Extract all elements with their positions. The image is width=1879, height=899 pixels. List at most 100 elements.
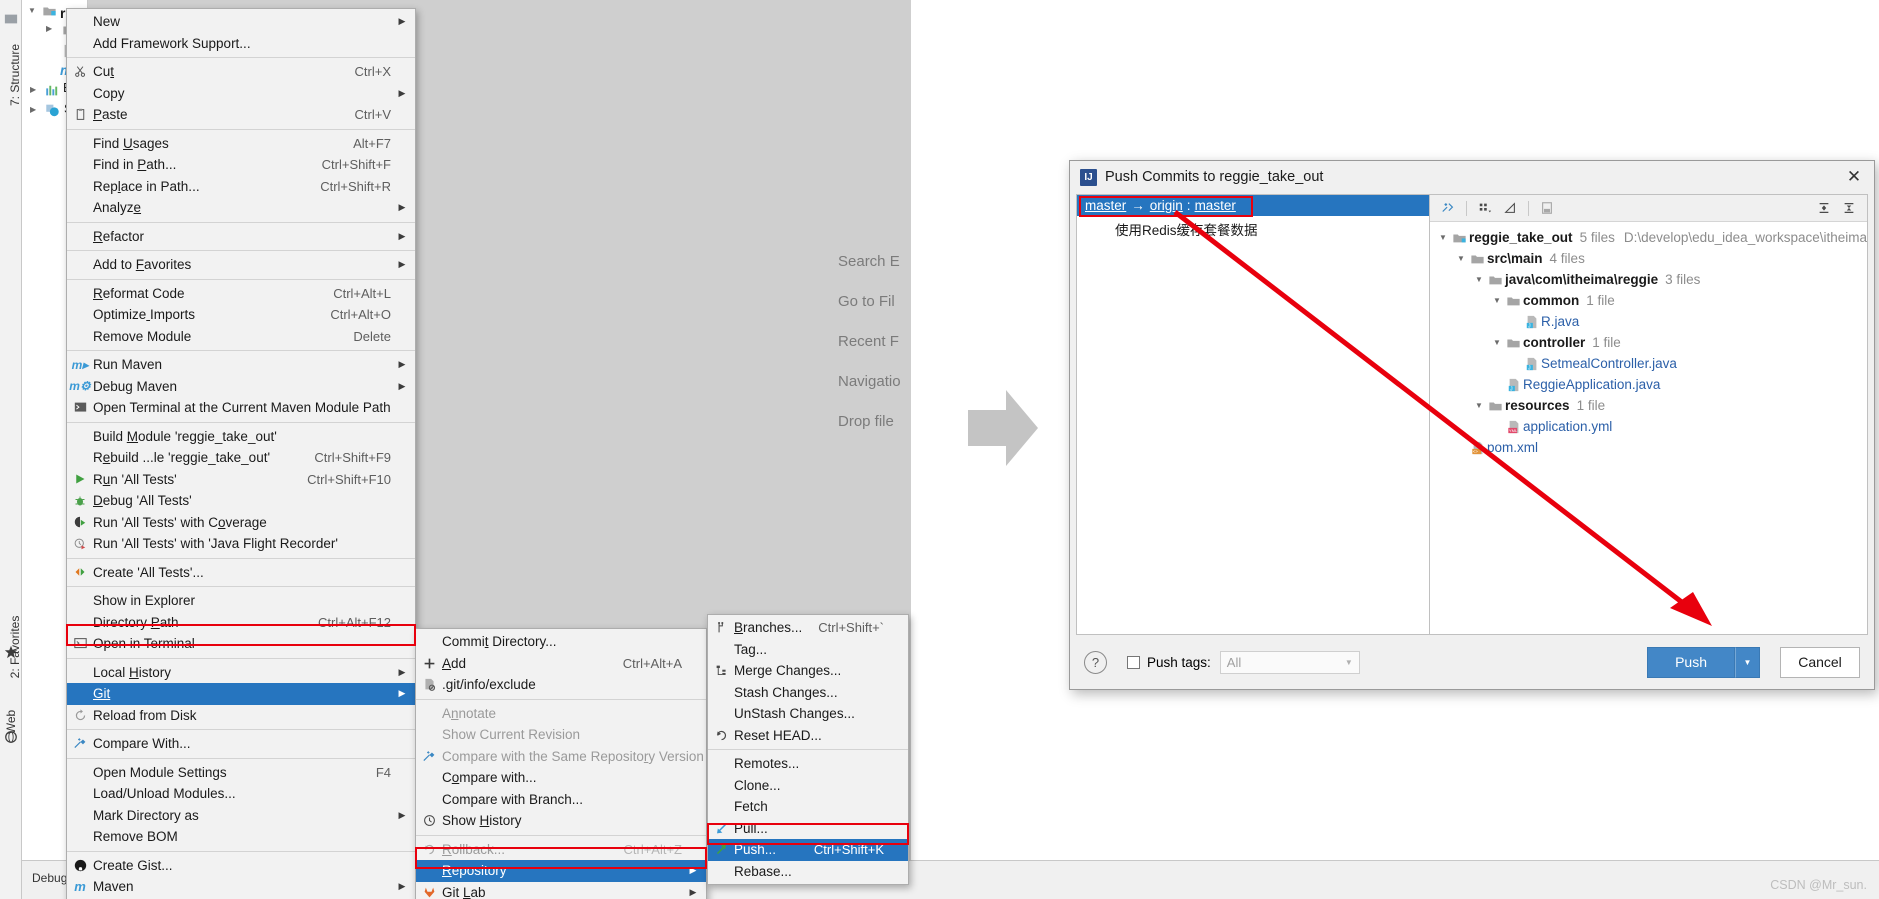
project-context-menu[interactable]: New ▶ Add Framework Support... Cut Ctrl+X Cop…: [66, 8, 416, 899]
tree-twisty[interactable]: ▼: [28, 6, 36, 15]
chevron-down-icon[interactable]: ▼: [1490, 338, 1504, 347]
menu-item-run-maven[interactable]: m▸ Run Maven ▶: [67, 354, 415, 376]
menu-item-open-module-settings[interactable]: Open Module Settings F4: [67, 762, 415, 784]
menu-item-open-in-terminal[interactable]: Open in Terminal: [67, 633, 415, 655]
menu-item-find-usages[interactable]: Find Usages Alt+F7: [67, 133, 415, 155]
push-dropdown-button[interactable]: ▼: [1735, 646, 1760, 678]
push-tags-group[interactable]: Push tags: All ▼: [1127, 650, 1360, 674]
menu-item-find-in-path[interactable]: Find in Path... Ctrl+Shift+F: [67, 154, 415, 176]
menu-item-compare-with[interactable]: Compare With...: [67, 733, 415, 755]
file-tree-node[interactable]: J ReggieApplication.java: [1430, 374, 1867, 395]
sidebar-item-structure[interactable]: 7: Structure: [8, 30, 22, 120]
file-tree-node[interactable]: ▼ java\com\itheima\reggie 3 files: [1430, 269, 1867, 290]
web-icon[interactable]: [4, 730, 18, 744]
menu-item-git[interactable]: Git ▶: [67, 683, 415, 705]
tree-twisty[interactable]: ▶: [30, 85, 36, 94]
git-item-git-info-exclude[interactable]: .git/info/exclude: [416, 674, 706, 696]
expand-all-icon[interactable]: [1813, 198, 1835, 218]
cancel-button[interactable]: Cancel: [1780, 646, 1860, 678]
menu-item-analyze[interactable]: Analyze ▶: [67, 197, 415, 219]
push-tags-checkbox[interactable]: [1127, 655, 1140, 669]
file-tree-node[interactable]: YML application.yml: [1430, 416, 1867, 437]
branch-target[interactable]: master: [1195, 198, 1236, 213]
menu-item-reload-from-disk[interactable]: Reload from Disk: [67, 705, 415, 727]
git-item-show-history[interactable]: Show History: [416, 810, 706, 832]
menu-item-paste[interactable]: Paste Ctrl+V: [67, 104, 415, 126]
repo-item-stash-changes[interactable]: Stash Changes...: [708, 682, 908, 704]
collapse-all-icon[interactable]: [1838, 198, 1860, 218]
git-item-compare-with[interactable]: Compare with...: [416, 767, 706, 789]
menu-item-remove-bom[interactable]: Remove BOM: [67, 826, 415, 848]
menu-item-copy[interactable]: Copy ▶: [67, 83, 415, 105]
preview-icon[interactable]: [1536, 198, 1558, 218]
file-tree-node[interactable]: ▼ controller 1 file: [1430, 332, 1867, 353]
repo-item-remotes[interactable]: Remotes...: [708, 753, 908, 775]
menu-item-add-to-favorites[interactable]: Add to Favorites ▶: [67, 254, 415, 276]
menu-item-run-all-tests[interactable]: Run 'All Tests' Ctrl+Shift+F10: [67, 469, 415, 491]
menu-item-reformat-code[interactable]: Reformat Code Ctrl+Alt+L: [67, 283, 415, 305]
menu-item-debug-maven[interactable]: m⚙ Debug Maven ▶: [67, 376, 415, 398]
menu-item-replace-in-path[interactable]: Replace in Path... Ctrl+Shift+R: [67, 176, 415, 198]
menu-item-directory-path[interactable]: Directory Path Ctrl+Alt+F12: [67, 612, 415, 634]
file-tree-node[interactable]: ▼ src\main 4 files: [1430, 248, 1867, 269]
repo-item-unstash-changes[interactable]: UnStash Changes...: [708, 703, 908, 725]
menu-item-add-framework-support[interactable]: Add Framework Support...: [67, 33, 415, 55]
repo-item-branches[interactable]: Branches... Ctrl+Shift+`: [708, 617, 908, 639]
group-by-icon[interactable]: [1474, 198, 1496, 218]
file-tree-node[interactable]: J SetmealController.java: [1430, 353, 1867, 374]
commit-message[interactable]: 使用Redis缓存套餐数据: [1077, 216, 1429, 239]
git-submenu[interactable]: Commit Directory... Add Ctrl+Alt+A .git/inf…: [415, 628, 707, 899]
chevron-down-icon[interactable]: ▼: [1472, 275, 1486, 284]
changed-files-pane[interactable]: ▼ reggie_take_out 5 files D:\develop\edu_id…: [1430, 195, 1867, 634]
repo-item-reset-head[interactable]: Reset HEAD...: [708, 725, 908, 747]
git-item-git-lab[interactable]: Git Lab ▶: [416, 882, 706, 899]
close-icon[interactable]: ✕: [1842, 165, 1866, 189]
commit-list-pane[interactable]: master → origin : master 使用Redis缓存套餐数据: [1077, 195, 1431, 634]
branch-remote[interactable]: origin: [1150, 198, 1183, 213]
git-item-compare-with-branch[interactable]: Compare with Branch...: [416, 789, 706, 811]
file-tree[interactable]: ▼ reggie_take_out 5 files D:\develop\edu_id…: [1430, 222, 1867, 458]
file-tree-node[interactable]: ▼ resources 1 file: [1430, 395, 1867, 416]
ide-left-toolbar[interactable]: 7: Structure 2: Favorites Web: [0, 0, 22, 899]
repo-item-push[interactable]: Push... Ctrl+Shift+K: [708, 839, 908, 861]
repo-item-merge-changes[interactable]: Merge Changes...: [708, 660, 908, 682]
repo-item-fetch[interactable]: Fetch: [708, 796, 908, 818]
chevron-down-icon[interactable]: ▼: [1472, 401, 1486, 410]
project-icon[interactable]: [4, 12, 18, 26]
star-icon[interactable]: [4, 645, 18, 659]
menu-item-mark-directory-as[interactable]: Mark Directory as ▶: [67, 805, 415, 827]
git-item-add[interactable]: Add Ctrl+Alt+A: [416, 653, 706, 675]
menu-item-run-all-tests-with-java-flight-recorder[interactable]: Run 'All Tests' with 'Java Flight Record…: [67, 533, 415, 555]
menu-item-create-all-tests[interactable]: Create 'All Tests'...: [67, 562, 415, 584]
menu-item-debug-all-tests[interactable]: Debug 'All Tests': [67, 490, 415, 512]
menu-item-build-module-reggie-take-out[interactable]: Build Module 'reggie_take_out': [67, 426, 415, 448]
file-tree-node[interactable]: J R.java: [1430, 311, 1867, 332]
chevron-down-icon[interactable]: ▼: [1454, 254, 1468, 263]
menu-item-show-in-explorer[interactable]: Show in Explorer: [67, 590, 415, 612]
sidebar-item-web[interactable]: Web: [4, 677, 18, 767]
repo-item-tag[interactable]: Tag...: [708, 639, 908, 661]
menu-item-maven[interactable]: m Maven ▶: [67, 876, 415, 898]
edit-icon[interactable]: [1499, 198, 1521, 218]
tree-twisty[interactable]: ▶: [30, 105, 36, 114]
menu-item-run-all-tests-with-coverage[interactable]: Run 'All Tests' with Coverage: [67, 512, 415, 534]
push-tags-select[interactable]: All ▼: [1219, 650, 1360, 674]
chevron-down-icon[interactable]: ▼: [1436, 233, 1450, 242]
chevron-down-icon[interactable]: ▼: [1490, 296, 1504, 305]
files-toolbar[interactable]: [1430, 195, 1867, 222]
git-item-repository[interactable]: Repository ▶: [416, 860, 706, 882]
push-button-group[interactable]: Push ▼: [1647, 646, 1760, 678]
branch-spec-row[interactable]: master → origin : master: [1077, 195, 1430, 216]
menu-item-open-terminal-at-the-current-maven-module-path[interactable]: Open Terminal at the Current Maven Modul…: [67, 397, 415, 419]
diff-icon[interactable]: [1437, 198, 1459, 218]
menu-item-refactor[interactable]: Refactor ▶: [67, 226, 415, 248]
tree-twisty[interactable]: ▶: [46, 24, 52, 33]
help-button[interactable]: ?: [1084, 650, 1107, 674]
menu-item-load-unload-modules[interactable]: Load/Unload Modules...: [67, 783, 415, 805]
menu-item-new[interactable]: New ▶: [67, 11, 415, 33]
menu-item-optimize-imports[interactable]: Optimize Imports Ctrl+Alt+O: [67, 304, 415, 326]
file-tree-node[interactable]: ▼ reggie_take_out 5 files D:\develop\edu_id…: [1430, 227, 1867, 248]
file-tree-node[interactable]: <> pom.xml: [1430, 437, 1867, 458]
menu-item-rebuild-le-reggie-take-out[interactable]: Rebuild ...le 'reggie_take_out' Ctrl+Shif…: [67, 447, 415, 469]
menu-item-local-history[interactable]: Local History ▶: [67, 662, 415, 684]
